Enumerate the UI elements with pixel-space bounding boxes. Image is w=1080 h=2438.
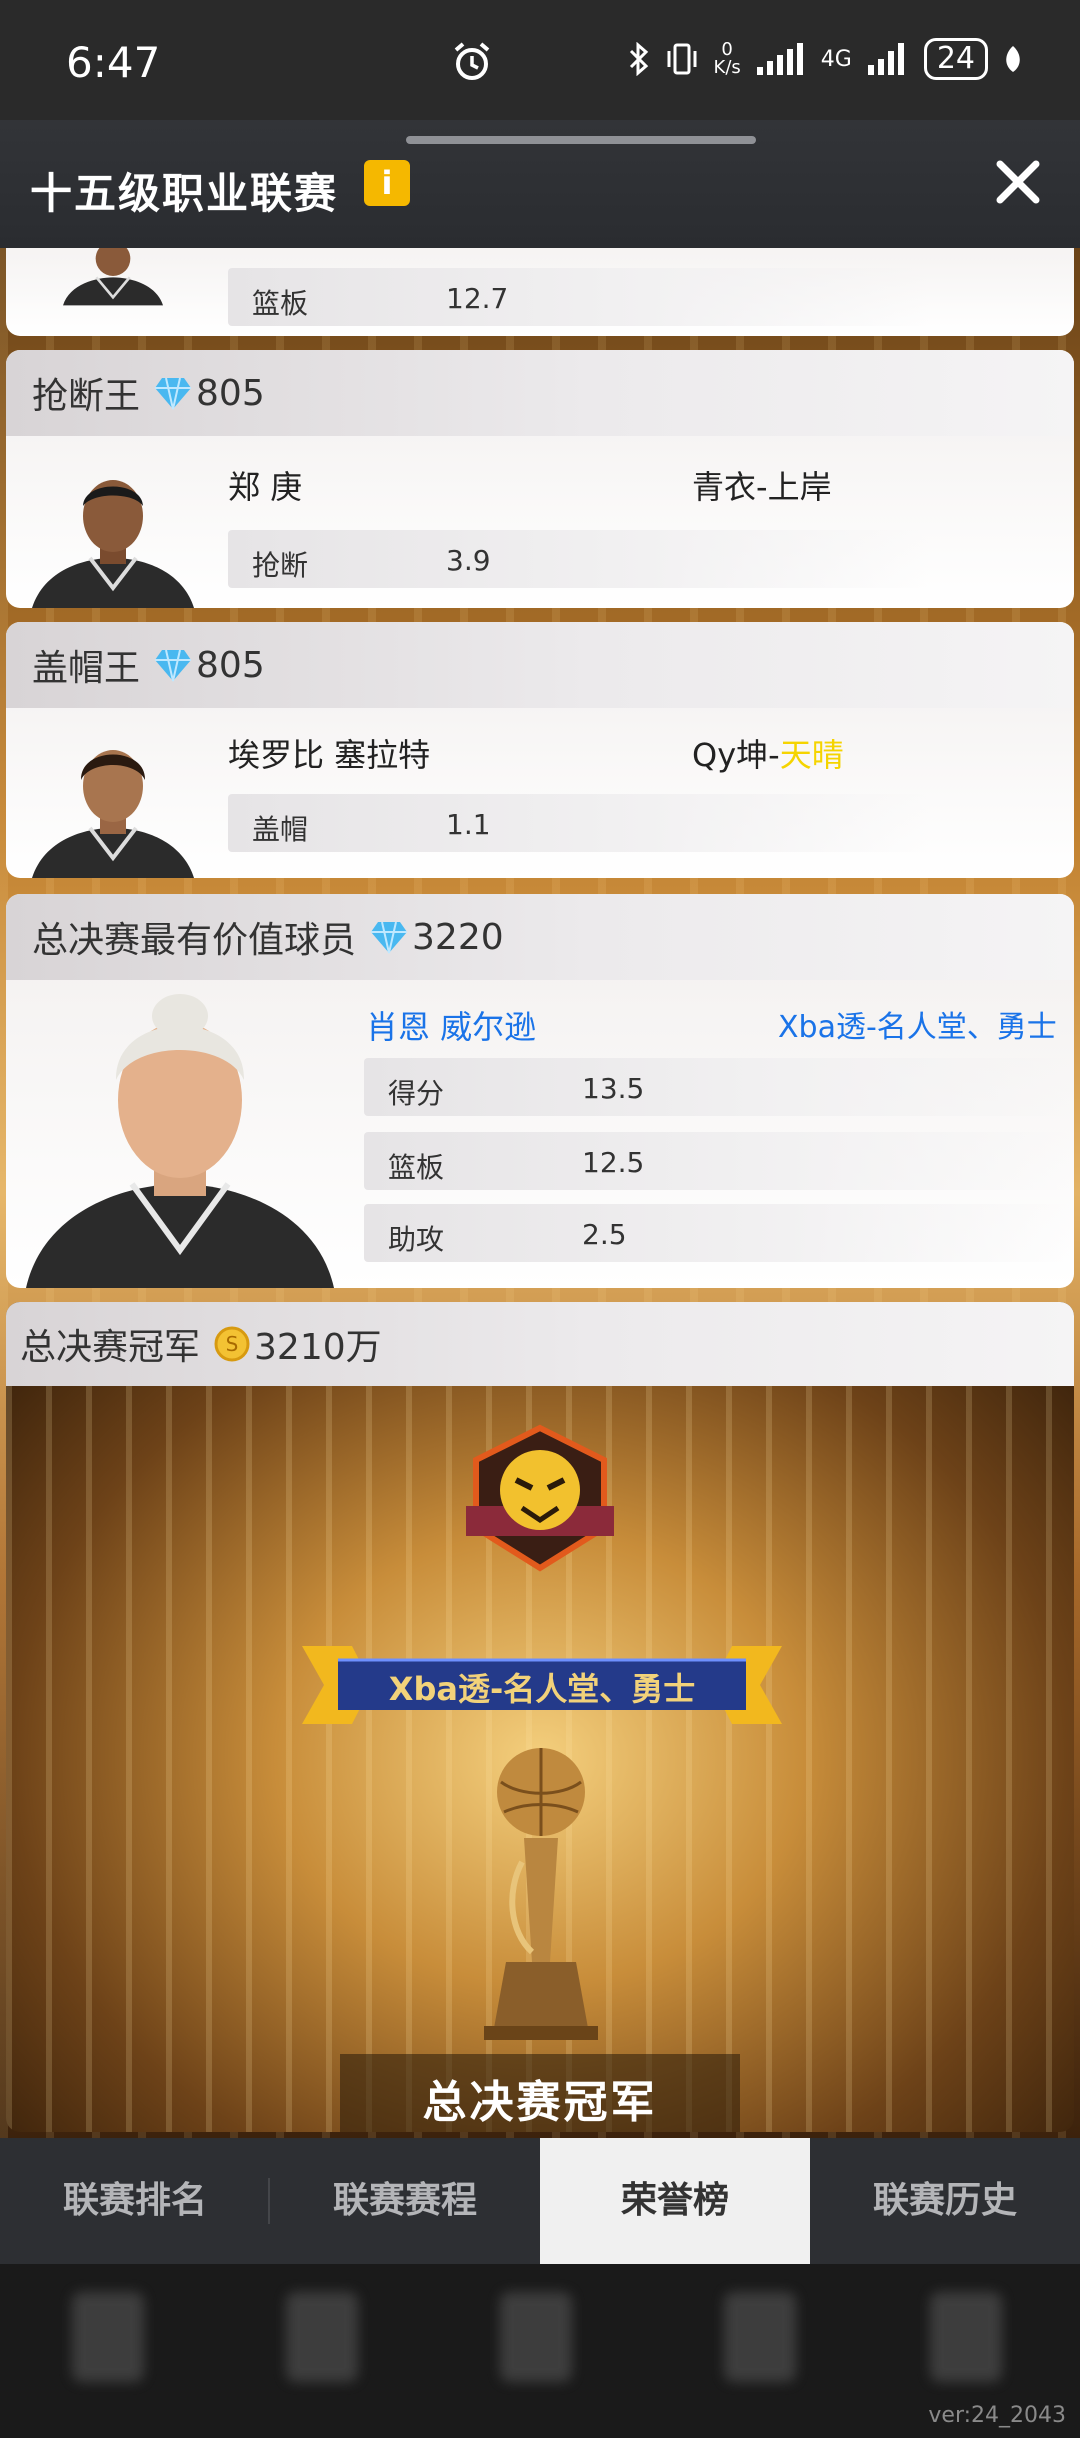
player-team: Xba透-名人堂、勇士 <box>778 1010 1057 1045</box>
player-name: 郑 庚 <box>228 468 303 506</box>
award-reward: 3220 <box>412 916 504 958</box>
vibrate-icon <box>667 43 697 75</box>
award-card-partial: 篮板 12.7 <box>6 248 1074 336</box>
tab-honor-roll[interactable]: 荣誉榜 <box>540 2138 810 2264</box>
player-team: Qy坤-天晴 <box>692 736 844 774</box>
award-card-steals: 抢断王 805 郑 庚 青衣-上岸 抢断 3.9 <box>6 350 1074 608</box>
nav-icon[interactable] <box>930 2292 1002 2382</box>
network-type: 4G <box>820 46 852 72</box>
player-name: 埃罗比 塞拉特 <box>228 736 431 774</box>
nav-icon[interactable] <box>724 2292 796 2382</box>
diamond-icon <box>371 921 408 954</box>
stat-label: 助攻 <box>388 1223 445 1256</box>
champion-team-name: Xba透-名人堂、勇士 <box>388 1670 696 1708</box>
stat-label: 抢断 <box>252 549 309 582</box>
bottom-navigation: ver:24_2043 <box>0 2264 1080 2438</box>
award-card-blocks: 盖帽王 805 埃罗比 塞拉特 Qy坤-天晴 盖帽 1.1 <box>6 622 1074 878</box>
signal-icon <box>756 43 803 75</box>
coin-icon: S <box>214 1326 250 1362</box>
champion-panel: 总决赛冠军 S 3210万 Xba透-名人堂、勇士 总决赛冠军 <box>6 1302 1074 2132</box>
player-portrait <box>32 750 194 878</box>
bluetooth-icon <box>629 42 648 76</box>
stat-value: 12.5 <box>582 1146 645 1179</box>
battery-indicator: 24 <box>923 38 988 80</box>
stat-row: 篮板 12.7 <box>228 268 928 326</box>
stat-value: 3.9 <box>446 544 491 577</box>
stat-row: 篮板 12.5 <box>364 1132 1070 1190</box>
award-title: 总决赛最有价值球员 <box>32 920 357 961</box>
award-title: 盖帽王 <box>32 648 141 689</box>
award-header: 总决赛冠军 S 3210万 <box>6 1302 1074 1386</box>
stat-row: 得分 13.5 <box>364 1058 1070 1116</box>
tab-league-ranking[interactable]: 联赛排名 <box>0 2138 270 2264</box>
award-reward: 805 <box>196 372 265 414</box>
status-icons: 0 K/s 4G 24 <box>628 38 1024 80</box>
award-reward: 3210万 <box>254 1327 382 1368</box>
tab-league-history[interactable]: 联赛历史 <box>810 2138 1080 2264</box>
svg-text:S: S <box>226 1332 239 1356</box>
stat-label: 盖帽 <box>252 813 309 846</box>
nav-icon[interactable] <box>500 2292 572 2382</box>
clock: 6:47 <box>66 38 161 87</box>
award-header: 盖帽王 805 <box>6 622 1074 708</box>
diamond-icon <box>155 377 192 410</box>
award-reward: 805 <box>196 644 265 686</box>
version-label: ver:24_2043 <box>928 2403 1066 2428</box>
leaf-icon <box>1006 46 1020 72</box>
net-speed: 0 K/s <box>713 39 741 78</box>
stat-value: 13.5 <box>582 1072 645 1105</box>
stat-value: 12.7 <box>446 282 509 315</box>
signal-icon-2 <box>867 43 904 75</box>
player-portrait <box>32 480 194 608</box>
award-card-finals-mvp: 总决赛最有价值球员 3220 肖恩 威尔逊 Xba透-名人堂、勇士 得分 13.… <box>6 894 1074 1288</box>
award-title: 总决赛冠军 <box>20 1327 201 1368</box>
team-logo <box>466 1424 614 1572</box>
stat-row: 盖帽 1.1 <box>228 794 928 852</box>
player-team: 青衣-上岸 <box>692 468 832 506</box>
nav-icon[interactable] <box>286 2292 358 2382</box>
close-icon[interactable] <box>990 154 1046 210</box>
stat-row: 助攻 2.5 <box>364 1204 1070 1262</box>
page-title: 十五级职业联赛 <box>30 169 339 218</box>
drag-handle[interactable] <box>406 136 756 144</box>
award-header: 总决赛最有价值球员 3220 <box>6 894 1074 980</box>
player-portrait <box>63 248 163 306</box>
modal-header: 十五级职业联赛 <box>0 120 1080 248</box>
tab-bar: 联赛排名 联赛赛程 荣誉榜 联赛历史 <box>0 2138 1080 2264</box>
diamond-icon <box>155 649 192 682</box>
stat-value: 1.1 <box>446 808 491 841</box>
player-portrait <box>26 994 334 1288</box>
nav-icon[interactable] <box>72 2292 144 2382</box>
stat-value: 2.5 <box>582 1218 627 1251</box>
stat-row: 抢断 3.9 <box>228 530 928 588</box>
award-title: 抢断王 <box>32 376 141 417</box>
stat-label: 篮板 <box>388 1151 445 1184</box>
stat-label: 得分 <box>388 1077 445 1110</box>
status-bar: 6:47 0 K/s 4G 24 <box>0 0 1080 130</box>
tab-league-schedule[interactable]: 联赛赛程 <box>270 2138 540 2264</box>
award-header: 抢断王 805 <box>6 350 1074 436</box>
player-name: 肖恩 威尔逊 <box>366 1008 537 1046</box>
alarm-icon <box>454 42 490 80</box>
honor-list[interactable]: 篮板 12.7 抢断王 805 郑 庚 青衣-上岸 抢断 3.9 盖帽王 805 <box>0 248 1080 2138</box>
info-button[interactable]: i <box>364 160 410 206</box>
stat-label: 篮板 <box>252 287 309 320</box>
champion-caption: 总决赛冠军 <box>422 2077 658 2128</box>
trophy-icon <box>484 1748 598 2040</box>
